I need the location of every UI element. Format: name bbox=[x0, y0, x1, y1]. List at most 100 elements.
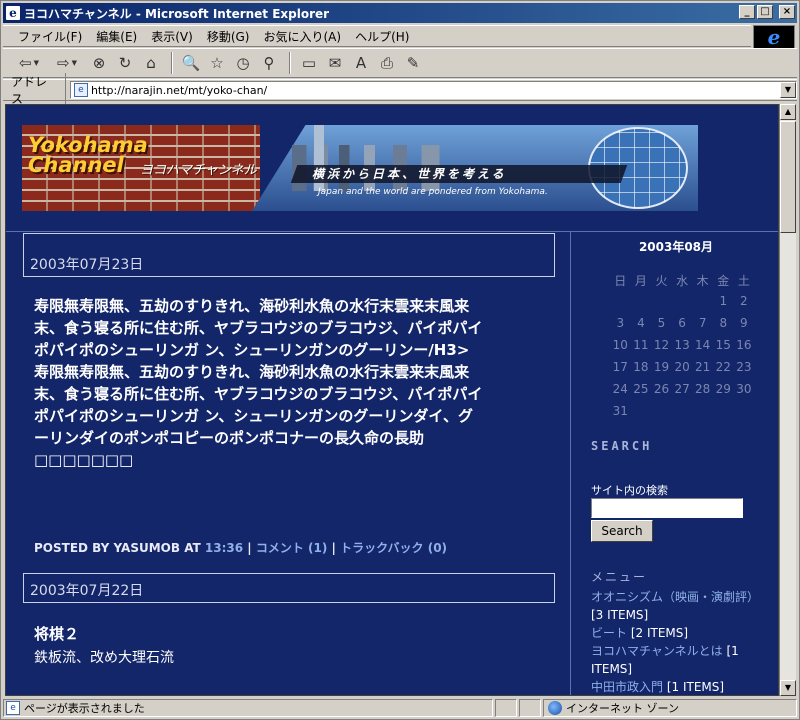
toolbar-separator bbox=[289, 52, 291, 74]
close-button[interactable]: × bbox=[779, 5, 795, 19]
font-button[interactable]: A bbox=[349, 51, 373, 75]
search-button[interactable]: 🔍 bbox=[179, 51, 203, 75]
status-bar: e ページが表示されました インターネット ゾーン bbox=[3, 698, 797, 718]
address-bar: アドレス e http://narajin.net/mt/yoko-chan/ … bbox=[3, 73, 797, 107]
calendar-day: 14 bbox=[695, 338, 711, 352]
stop-button[interactable]: ⊗ bbox=[87, 51, 111, 75]
logo-line-1: Yokohama bbox=[28, 133, 148, 157]
back-icon: ⇦ bbox=[19, 54, 32, 72]
calendar-day: 21 bbox=[695, 360, 711, 374]
menu-section-title: メニュー bbox=[591, 570, 648, 584]
chevron-down-icon[interactable]: ▼ bbox=[72, 59, 77, 67]
calendar-empty-cell bbox=[610, 294, 631, 313]
menu-help[interactable]: ヘルプ(H) bbox=[348, 28, 416, 45]
category-link[interactable]: ヨコハマチャンネルとは bbox=[591, 644, 723, 658]
back-button[interactable]: ⇦ ▼ bbox=[11, 51, 47, 75]
security-zone: インターネット ゾーン bbox=[543, 699, 797, 717]
search-icon: 🔍 bbox=[181, 54, 201, 72]
title-bar[interactable]: e ヨコハマチャンネル - Microsoft Internet Explore… bbox=[3, 3, 797, 23]
calendar-day: 25 bbox=[633, 382, 649, 396]
menu-bar: ファイル(F) 編集(E) 表示(V) 移動(G) お気に入り(A) ヘルプ(H… bbox=[3, 25, 751, 47]
history-button[interactable]: ◷ bbox=[231, 51, 255, 75]
refresh-button[interactable]: ↻ bbox=[113, 51, 137, 75]
toolbar-separator bbox=[171, 52, 173, 74]
maximize-button[interactable]: □ bbox=[757, 5, 773, 19]
window-title: ヨコハマチャンネル - Microsoft Internet Explorer bbox=[24, 6, 330, 21]
calendar-weekday: 月 bbox=[634, 274, 647, 288]
refresh-icon: ↻ bbox=[118, 54, 132, 72]
address-input[interactable]: e http://narajin.net/mt/yoko-chan/ ▼ bbox=[69, 81, 797, 99]
status-text: ページが表示されました bbox=[24, 702, 145, 715]
vertical-scrollbar[interactable]: ▲ ▼ bbox=[779, 104, 796, 696]
edit-button[interactable]: ✎ bbox=[401, 51, 425, 75]
channels-button[interactable]: ⚲ bbox=[257, 51, 281, 75]
address-dropdown-button[interactable]: ▼ bbox=[780, 82, 796, 98]
calendar-day: 12 bbox=[653, 338, 670, 352]
ie-logo-icon: e bbox=[767, 25, 781, 49]
calendar-weekday: 土 bbox=[737, 274, 750, 288]
comments-link[interactable]: コメント (1) bbox=[256, 541, 328, 555]
scroll-down-button[interactable]: ▼ bbox=[780, 680, 796, 696]
calendar-weekday: 木 bbox=[696, 274, 709, 288]
calendar-day: 5 bbox=[657, 316, 666, 330]
search-submit-button[interactable]: Search bbox=[591, 520, 653, 542]
stop-icon: ⊗ bbox=[92, 54, 106, 72]
site-banner[interactable]: Yokohama Channel ヨコハマチャンネル 横浜から日本、世界を考える… bbox=[22, 125, 698, 211]
menu-file[interactable]: ファイル(F) bbox=[11, 28, 89, 45]
post-body: 鉄板流、改め大理石流 bbox=[34, 650, 174, 666]
fullscreen-button[interactable]: ▭ bbox=[297, 51, 321, 75]
calendar-day: 1 bbox=[719, 294, 728, 308]
calendar-day: 6 bbox=[678, 316, 686, 330]
calendar-day: 27 bbox=[674, 382, 690, 396]
calendar-day: 30 bbox=[736, 382, 752, 396]
ie-throbber-logo: e bbox=[753, 25, 795, 49]
calendar-day: 7 bbox=[698, 316, 707, 330]
calendar-day: 20 bbox=[674, 360, 690, 374]
trackback-link[interactable]: トラックバック (0) bbox=[340, 541, 447, 555]
scroll-thumb[interactable] bbox=[780, 121, 796, 233]
channels-icon: ⚲ bbox=[263, 54, 275, 72]
page-icon: e bbox=[73, 83, 88, 97]
print-button[interactable]: ⎙ bbox=[375, 51, 399, 75]
mail-button[interactable]: ✉ bbox=[323, 51, 347, 75]
calendar-day: 4 bbox=[637, 316, 645, 330]
calendar-empty-cell bbox=[692, 294, 713, 313]
calendar-day: 17 bbox=[612, 360, 628, 374]
scroll-up-button[interactable]: ▲ bbox=[780, 104, 796, 120]
minimize-button[interactable]: _ bbox=[739, 5, 755, 19]
home-button[interactable]: ⌂ bbox=[139, 51, 163, 75]
category-link[interactable]: ビート bbox=[591, 626, 627, 640]
fullscreen-icon: ▭ bbox=[301, 54, 317, 72]
calendar-day: 19 bbox=[653, 360, 670, 374]
calendar-day: 15 bbox=[715, 338, 731, 352]
favorites-button[interactable]: ☆ bbox=[205, 51, 229, 75]
post-date-header: 2003年07月22日 bbox=[23, 573, 555, 603]
category-count: [3 ITEMS] bbox=[591, 608, 649, 622]
page-icon: e bbox=[6, 701, 20, 715]
font-icon: A bbox=[355, 54, 367, 72]
favorites-icon: ☆ bbox=[210, 54, 224, 72]
history-icon: ◷ bbox=[236, 54, 250, 72]
post-author: POSTED BY YASUMOB AT bbox=[34, 541, 205, 555]
meta-separator: | bbox=[243, 541, 256, 555]
menu-view[interactable]: 表示(V) bbox=[144, 28, 200, 45]
menu-favorites[interactable]: お気に入り(A) bbox=[256, 28, 348, 45]
calendar-day: 18 bbox=[633, 360, 649, 374]
ie-app-icon[interactable]: e bbox=[5, 5, 21, 21]
category-count: [1 ITEMS] bbox=[666, 680, 725, 694]
chevron-down-icon[interactable]: ▼ bbox=[34, 59, 39, 67]
calendar-day: 23 bbox=[736, 360, 752, 374]
status-panel bbox=[495, 699, 517, 717]
category-link[interactable]: オオニシズム（映画・演劇評） bbox=[591, 590, 759, 604]
category-link[interactable]: 中田市政入門 bbox=[591, 680, 663, 694]
home-icon: ⌂ bbox=[146, 54, 156, 72]
tagline-english: Japan and the world are pondered from Yo… bbox=[318, 187, 548, 197]
forward-button[interactable]: ⇨ ▼ bbox=[49, 51, 85, 75]
globe-icon bbox=[548, 701, 562, 715]
menu-edit[interactable]: 編集(E) bbox=[89, 28, 144, 45]
calendar-empty-cell bbox=[631, 294, 652, 313]
search-input[interactable] bbox=[591, 498, 743, 518]
post-permalink[interactable]: 13:36 bbox=[205, 541, 243, 555]
menu-go[interactable]: 移動(G) bbox=[200, 28, 257, 45]
address-url[interactable]: http://narajin.net/mt/yoko-chan/ bbox=[91, 84, 267, 97]
